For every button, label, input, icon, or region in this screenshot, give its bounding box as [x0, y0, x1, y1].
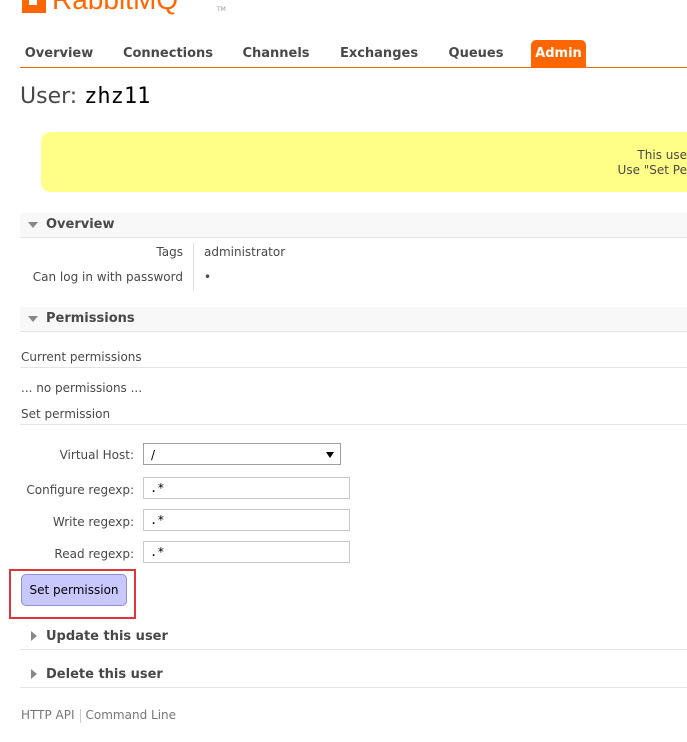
password-login-value: • [204, 270, 212, 284]
main-nav: Overview Connections Channels Exchanges … [20, 40, 687, 68]
overview-section-title: Overview [46, 217, 115, 232]
warning-line-1: This use [637, 148, 687, 162]
page-title-prefix: User: [20, 84, 78, 109]
set-permission-button[interactable]: Set permission [21, 574, 127, 606]
overview-section-header[interactable]: Overview [20, 213, 687, 238]
tab-connections[interactable]: Connections [120, 40, 216, 67]
set-permission-heading: Set permission [20, 406, 687, 425]
read-regexp-label: Read regexp: [54, 547, 134, 561]
expand-arrow-icon [31, 631, 37, 641]
write-regexp-label: Write regexp: [52, 515, 134, 529]
virtual-host-selected-value: / [151, 448, 156, 462]
password-login-label: Can log in with password [32, 270, 183, 284]
update-user-section-header[interactable]: Update this user [20, 625, 687, 650]
read-regexp-input[interactable] [143, 541, 350, 563]
footer-divider [79, 708, 81, 723]
delete-user-section-header[interactable]: Delete this user [20, 663, 687, 688]
no-permissions-text: ... no permissions ... [21, 381, 143, 395]
write-regexp-input[interactable] [143, 509, 350, 531]
logo-text: RabbitMQ [52, 0, 178, 14]
set-permission-title: Set permission [21, 407, 111, 421]
command-line-link[interactable]: Command Line [86, 708, 177, 722]
virtual-host-select[interactable]: / [143, 443, 341, 465]
http-api-link[interactable]: HTTP API [21, 708, 75, 722]
warning-line-2: Use "Set Pe [617, 163, 687, 177]
current-permissions-title: Current permissions [21, 350, 142, 364]
tab-overview[interactable]: Overview [20, 40, 98, 67]
tab-exchanges[interactable]: Exchanges [338, 40, 420, 67]
tags-label: Tags [156, 245, 183, 259]
logo-trademark: TM [217, 6, 226, 13]
tab-admin[interactable]: Admin [531, 40, 586, 67]
rabbitmq-logo[interactable]: RabbitMQ TM [20, 0, 240, 16]
overview-table: Tags administrator Can log in with passw… [0, 238, 687, 294]
dropdown-arrow-icon [326, 452, 334, 458]
configure-regexp-label: Configure regexp: [26, 483, 134, 497]
current-permissions-heading: Current permissions [20, 349, 687, 368]
rabbitmq-logo-icon [22, 0, 46, 13]
tab-queues[interactable]: Queues [446, 40, 506, 67]
permissions-section-title: Permissions [46, 311, 135, 326]
tab-channels[interactable]: Channels [240, 40, 312, 67]
collapse-arrow-icon [28, 316, 38, 322]
update-user-section-title: Update this user [46, 629, 168, 644]
footer: HTTP API Command Line [21, 708, 176, 723]
page-title-username: zhz11 [84, 84, 151, 109]
expand-arrow-icon [31, 669, 37, 679]
delete-user-section-title: Delete this user [46, 667, 163, 682]
collapse-arrow-icon [28, 222, 38, 228]
page-title: User: zhz11 [20, 84, 150, 109]
permissions-section-header[interactable]: Permissions [20, 307, 687, 332]
virtual-host-label: Virtual Host: [59, 448, 134, 462]
warning-box: This use Use "Set Pe [41, 132, 687, 192]
overview-table-divider [193, 243, 194, 291]
tags-value: administrator [204, 245, 286, 259]
configure-regexp-input[interactable] [143, 477, 350, 499]
